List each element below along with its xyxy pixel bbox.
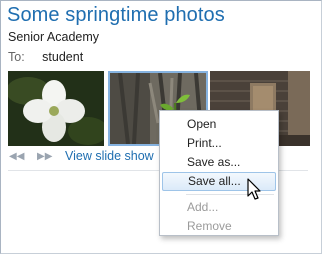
photo-thumbnail-flower[interactable] xyxy=(8,71,104,146)
context-menu: Open Print... Save as... Save all... Add… xyxy=(159,110,279,236)
menu-item-save-as[interactable]: Save as... xyxy=(160,153,278,172)
previous-photo-icon[interactable]: ◀◀ xyxy=(9,151,24,162)
sender-name: Senior Academy xyxy=(8,30,100,44)
to-label: To: xyxy=(8,50,25,64)
next-photo-icon[interactable]: ▶▶ xyxy=(37,151,52,162)
recipient-value[interactable]: student xyxy=(42,50,83,64)
page-title: Some springtime photos xyxy=(7,4,225,26)
menu-item-open[interactable]: Open xyxy=(160,115,278,134)
mouse-pointer-icon xyxy=(247,178,261,200)
recipient-row: To: student xyxy=(8,50,83,64)
flower-image xyxy=(8,71,104,146)
view-slide-show-link[interactable]: View slide show xyxy=(65,149,154,163)
menu-item-remove[interactable]: Remove xyxy=(160,217,278,236)
menu-item-print[interactable]: Print... xyxy=(160,134,278,153)
